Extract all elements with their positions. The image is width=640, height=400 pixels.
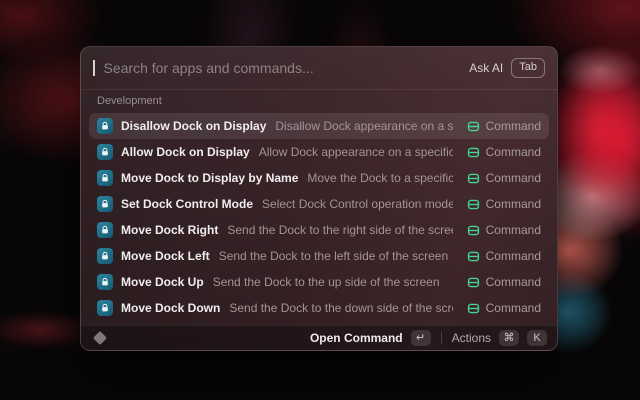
search-input[interactable] [104, 60, 462, 76]
item-type-label: Command [486, 223, 541, 237]
item-accessory: Command [467, 145, 541, 159]
item-subtitle: Allow Dock appearance on a specific disp… [259, 145, 453, 159]
item-title: Move Dock Up [121, 275, 204, 289]
item-type-label: Command [486, 301, 541, 315]
dock-app-icon [97, 170, 113, 186]
lock-icon [100, 277, 110, 287]
item-subtitle: Disallow Dock appearance on a specific d… [275, 119, 452, 133]
item-subtitle: Send the Dock to the left side of the sc… [219, 249, 453, 263]
lock-icon [100, 121, 110, 131]
list-item-disallow-dock-on-display[interactable]: Disallow Dock on Display Disallow Dock a… [89, 113, 549, 139]
lock-icon [100, 147, 110, 157]
cmd-key-badge: ⌘ [499, 330, 519, 346]
command-type-icon [467, 250, 480, 263]
item-subtitle: Send the Dock to the up side of the scre… [213, 275, 453, 289]
item-accessory: Command [467, 249, 541, 263]
lock-icon [100, 173, 110, 183]
item-type-label: Command [486, 119, 541, 133]
tab-key-hint: Tab [511, 58, 545, 78]
lock-icon [100, 303, 110, 313]
item-title: Move Dock Down [121, 301, 220, 315]
command-type-icon [467, 276, 480, 289]
dock-app-icon [97, 118, 113, 134]
list-item-move-dock-left[interactable]: Move Dock Left Send the Dock to the left… [89, 243, 549, 269]
k-key-badge: K [527, 330, 547, 346]
item-subtitle: Send the Dock to the right side of the s… [227, 223, 452, 237]
item-accessory: Command [467, 197, 541, 211]
list-item-set-dock-control-mode[interactable]: Set Dock Control Mode Select Dock Contro… [89, 191, 549, 217]
list-item-allow-dock-on-display[interactable]: Allow Dock on Display Allow Dock appeara… [89, 139, 549, 165]
lock-icon [100, 251, 110, 261]
dock-app-icon [97, 222, 113, 238]
dock-app-icon [97, 196, 113, 212]
item-type-label: Command [486, 145, 541, 159]
item-accessory: Command [467, 171, 541, 185]
item-accessory: Command [467, 119, 541, 133]
command-launcher-window: Ask AI Tab Development Disallow Dock on … [80, 46, 558, 351]
enter-key-badge: ↵ [411, 330, 431, 346]
item-title: Set Dock Control Mode [121, 197, 253, 211]
lock-icon [100, 225, 110, 235]
open-command-button[interactable]: Open Command [310, 331, 403, 345]
dock-app-icon [97, 300, 113, 316]
actions-menu-button[interactable]: Actions [452, 331, 491, 345]
item-type-label: Command [486, 197, 541, 211]
footer-divider [441, 332, 442, 344]
dock-app-icon [97, 248, 113, 264]
item-title: Allow Dock on Display [121, 145, 250, 159]
search-bar: Ask AI Tab [81, 47, 557, 90]
item-subtitle: Send the Dock to the down side of the sc… [229, 301, 452, 315]
command-type-icon [467, 146, 480, 159]
item-title: Move Dock Right [121, 223, 218, 237]
item-type-label: Command [486, 171, 541, 185]
item-title: Move Dock to Display by Name [121, 171, 298, 185]
item-accessory: Command [467, 301, 541, 315]
item-accessory: Command [467, 275, 541, 289]
item-subtitle: Move the Dock to a specific display by N… [307, 171, 452, 185]
action-bar: Open Command ↵ Actions ⌘ K [81, 325, 557, 350]
dock-app-icon [97, 144, 113, 160]
item-type-label: Command [486, 275, 541, 289]
list-item-move-dock-to-display-by-name[interactable]: Move Dock to Display by Name Move the Do… [89, 165, 549, 191]
section-header-development: Development [89, 90, 549, 108]
item-title: Move Dock Left [121, 249, 210, 263]
command-type-icon [467, 172, 480, 185]
command-type-icon [467, 302, 480, 315]
list-item-move-dock-up[interactable]: Move Dock Up Send the Dock to the up sid… [89, 269, 549, 295]
list-item-move-dock-right[interactable]: Move Dock Right Send the Dock to the rig… [89, 217, 549, 243]
command-type-icon [467, 224, 480, 237]
results-list: Development Disallow Dock on Display Dis… [81, 90, 557, 325]
list-item-move-dock-down[interactable]: Move Dock Down Send the Dock to the down… [89, 295, 549, 321]
command-type-icon [467, 120, 480, 133]
dock-app-icon [97, 274, 113, 290]
item-type-label: Command [486, 249, 541, 263]
item-accessory: Command [467, 223, 541, 237]
item-title: Disallow Dock on Display [121, 119, 266, 133]
command-type-icon [467, 198, 480, 211]
lock-icon [100, 199, 110, 209]
raycast-logo-icon[interactable] [93, 331, 107, 345]
ask-ai-button[interactable]: Ask AI [469, 61, 503, 75]
item-subtitle: Select Dock Control operation mode [262, 197, 453, 211]
text-caret [93, 60, 95, 76]
